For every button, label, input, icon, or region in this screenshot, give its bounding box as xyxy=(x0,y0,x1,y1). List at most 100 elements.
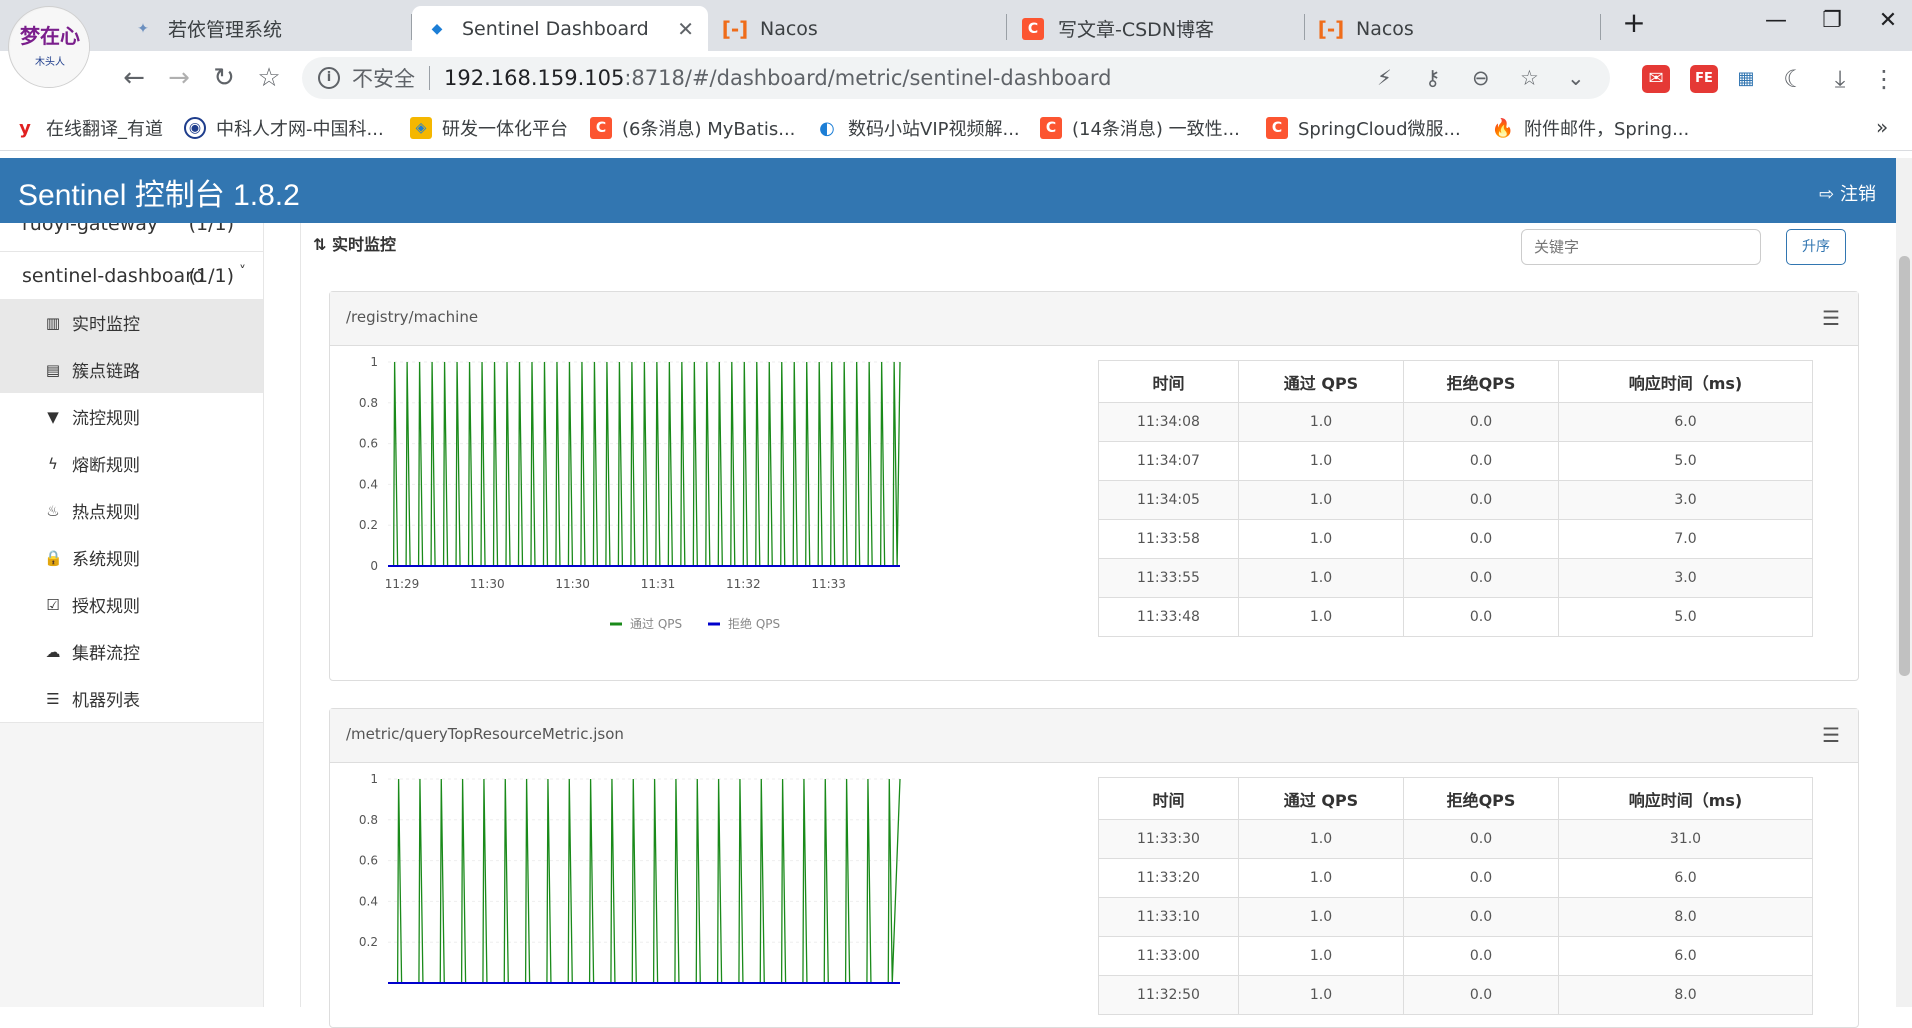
table-row: 11:34:05 1.0 0.0 3.0 xyxy=(1098,480,1813,520)
sidebar-item-degrade-rules[interactable]: ϟ 熔断规则 xyxy=(0,440,263,487)
url-path: :8718/#/dashboard/metric/sentinel-dashbo… xyxy=(624,66,1112,90)
bookmark-youdao[interactable]: y 在线翻译_有道 xyxy=(14,115,163,141)
fire-icon: 🔥 xyxy=(1491,117,1515,139)
chevron-down-icon: ˅ xyxy=(239,264,246,280)
tab-separator xyxy=(1304,14,1305,40)
csdn-icon: C xyxy=(590,117,612,139)
chevron-down-icon[interactable]: ⌄ xyxy=(1567,57,1585,99)
bookmark-springcloud[interactable]: C SpringCloud微服... xyxy=(1266,115,1461,141)
forward-icon[interactable]: → xyxy=(163,63,195,93)
y-tick-label: 1 xyxy=(370,355,378,369)
table-cell: 1.0 xyxy=(1238,480,1404,520)
sort-button[interactable]: 升序 xyxy=(1786,229,1846,265)
table-cell: 6.0 xyxy=(1558,936,1813,976)
minimize-icon[interactable]: — xyxy=(1756,8,1796,33)
youdao-icon: y xyxy=(19,117,31,139)
table-cell: 0.0 xyxy=(1403,897,1559,937)
sidebar-app-sentinel-dashboard[interactable]: sentinel-dashboard (1/1) ˅ xyxy=(0,253,263,299)
logout-button[interactable]: ⇨ 注销 xyxy=(1819,180,1876,206)
info-icon[interactable]: i xyxy=(318,67,340,89)
sidebar-item-machine-list[interactable]: ☰ 机器列表 xyxy=(0,675,263,722)
table-cell: 5.0 xyxy=(1558,441,1813,481)
extension-grid-icon[interactable]: ▦ xyxy=(1732,65,1760,93)
csdn-icon: C xyxy=(1266,117,1288,139)
bookmark-star-icon[interactable]: ☆ xyxy=(253,63,285,93)
lightning-icon[interactable]: ⚡ xyxy=(1377,57,1392,99)
bookmark-zhongke[interactable]: ◉ 中科人才网-中国科... xyxy=(184,115,384,141)
table-cell: 7.0 xyxy=(1558,519,1813,559)
tab-nacos[interactable]: [-] Nacos xyxy=(710,6,1006,51)
table-cell: 1.0 xyxy=(1238,975,1404,1015)
zoom-icon[interactable]: ⊖ xyxy=(1472,57,1490,99)
sidebar-item-label: 实时监控 xyxy=(72,315,140,335)
tab-csdn[interactable]: C 写文章-CSDN博客 xyxy=(1008,6,1304,51)
sort-icon: ⇅ xyxy=(313,235,327,254)
table-cell: 1.0 xyxy=(1238,558,1404,598)
divider xyxy=(0,251,263,252)
app-header: Sentinel 控制台 1.8.2 ⇨ 注销 xyxy=(0,158,1896,223)
x-tick-label: 11:32 xyxy=(726,577,761,591)
bookmark-devops[interactable]: ◈ 研发一体化平台 xyxy=(410,115,568,141)
table-cell: 0.0 xyxy=(1403,858,1559,898)
back-icon[interactable]: ← xyxy=(118,63,150,93)
table-row: 11:34:08 1.0 0.0 6.0 xyxy=(1098,402,1813,442)
tab-nacos-2[interactable]: [-] Nacos xyxy=(1306,6,1602,51)
bookmark-mybatis[interactable]: C (6条消息) MyBatis... xyxy=(590,115,795,141)
x-tick-label: 11:30 xyxy=(555,577,590,591)
bookmark-video[interactable]: ◐ 数码小站VIP视频解... xyxy=(816,115,1020,141)
tab-ruoyi[interactable]: ✦ 若依管理系统 xyxy=(118,6,410,51)
table-header-rt: 响应时间（ms) xyxy=(1558,360,1813,403)
bookmarks-overflow-icon[interactable]: » xyxy=(1876,115,1888,139)
table-cell: 11:33:58 xyxy=(1098,519,1239,559)
extension-fe-icon[interactable]: FE xyxy=(1690,65,1718,93)
key-icon[interactable]: ⚷ xyxy=(1425,57,1440,99)
table-cell: 0.0 xyxy=(1403,558,1559,598)
keyword-search-input[interactable] xyxy=(1521,229,1761,265)
sidebar-item-system-rules[interactable]: 🔒 系统规则 xyxy=(0,534,263,581)
tab-sentinel-dashboard[interactable]: ◆ Sentinel Dashboard ✕ xyxy=(412,6,708,51)
bookmark-label: 在线翻译_有道 xyxy=(46,119,163,140)
resource-name: /metric/queryTopResourceMetric.json xyxy=(346,725,624,743)
scrollbar-thumb[interactable] xyxy=(1899,256,1910,676)
bookmark-mail[interactable]: 🔥 附件邮件，Spring... xyxy=(1492,115,1689,141)
sidebar-app-ruoyi-gateway[interactable]: ruoyi-gateway (1/1) xyxy=(0,223,263,247)
table-cell: 1.0 xyxy=(1238,858,1404,898)
sidebar-item-cluster-link[interactable]: ▤ 簇点链路 xyxy=(0,346,263,393)
y-tick-label: 0.8 xyxy=(359,813,378,827)
restore-icon[interactable]: ❐ xyxy=(1812,8,1852,33)
sidebar-item-auth-rules[interactable]: ☑ 授权规则 xyxy=(0,581,263,628)
browser-tab-bar: 梦在心 木头人 ✦ 若依管理系统 ◆ Sentinel Dashboard ✕ … xyxy=(0,0,1912,88)
table-cell: 5.0 xyxy=(1558,597,1813,637)
table-row: 11:32:50 1.0 0.0 8.0 xyxy=(1098,975,1813,1015)
sidebar-item-label: 热点规则 xyxy=(72,503,140,523)
close-window-icon[interactable]: ✕ xyxy=(1868,8,1908,33)
sidebar-item-hotspot-rules[interactable]: ♨ 热点规则 xyxy=(0,487,263,534)
menu-icon[interactable]: ☰ xyxy=(1822,723,1840,747)
table-cell: 8.0 xyxy=(1558,897,1813,937)
sidebar-item-cluster-flow[interactable]: ☁ 集群流控 xyxy=(0,628,263,675)
bookmark-consistency[interactable]: C (14条消息) 一致性... xyxy=(1040,115,1240,141)
table-cell: 11:32:50 xyxy=(1098,975,1239,1015)
table-cell: 0.0 xyxy=(1403,975,1559,1015)
download-icon[interactable]: ⤓ xyxy=(1826,65,1854,93)
dark-mode-icon[interactable]: ☾ xyxy=(1780,65,1808,93)
profile-avatar[interactable]: 梦在心 木头人 xyxy=(8,6,90,88)
extension-mail-icon[interactable]: ✉ xyxy=(1642,65,1670,93)
y-tick-label: 0.6 xyxy=(359,437,378,451)
close-tab-icon[interactable]: ✕ xyxy=(677,17,694,41)
reload-icon[interactable]: ↻ xyxy=(208,63,240,93)
table-cell: 3.0 xyxy=(1558,480,1813,520)
table-cell: 1.0 xyxy=(1238,402,1404,442)
table-cell: 11:33:48 xyxy=(1098,597,1239,637)
tab-title: Nacos xyxy=(760,17,818,40)
table-cell: 6.0 xyxy=(1558,402,1813,442)
url-field[interactable]: i 不安全 192.168.159.105 :8718/#/dashboard/… xyxy=(302,57,1610,99)
table-cell: 0.0 xyxy=(1403,402,1559,442)
sidebar-item-realtime-monitor[interactable]: ▥ 实时监控 xyxy=(0,299,263,346)
sidebar-item-flow-rules[interactable]: ▼ 流控规则 xyxy=(0,393,263,440)
new-tab-icon[interactable]: + xyxy=(1614,6,1654,39)
more-menu-icon[interactable]: ⋮ xyxy=(1870,65,1898,93)
favorite-star-icon[interactable]: ☆ xyxy=(1520,57,1539,99)
menu-icon[interactable]: ☰ xyxy=(1822,306,1840,330)
x-tick-label: 11:33 xyxy=(811,577,846,591)
